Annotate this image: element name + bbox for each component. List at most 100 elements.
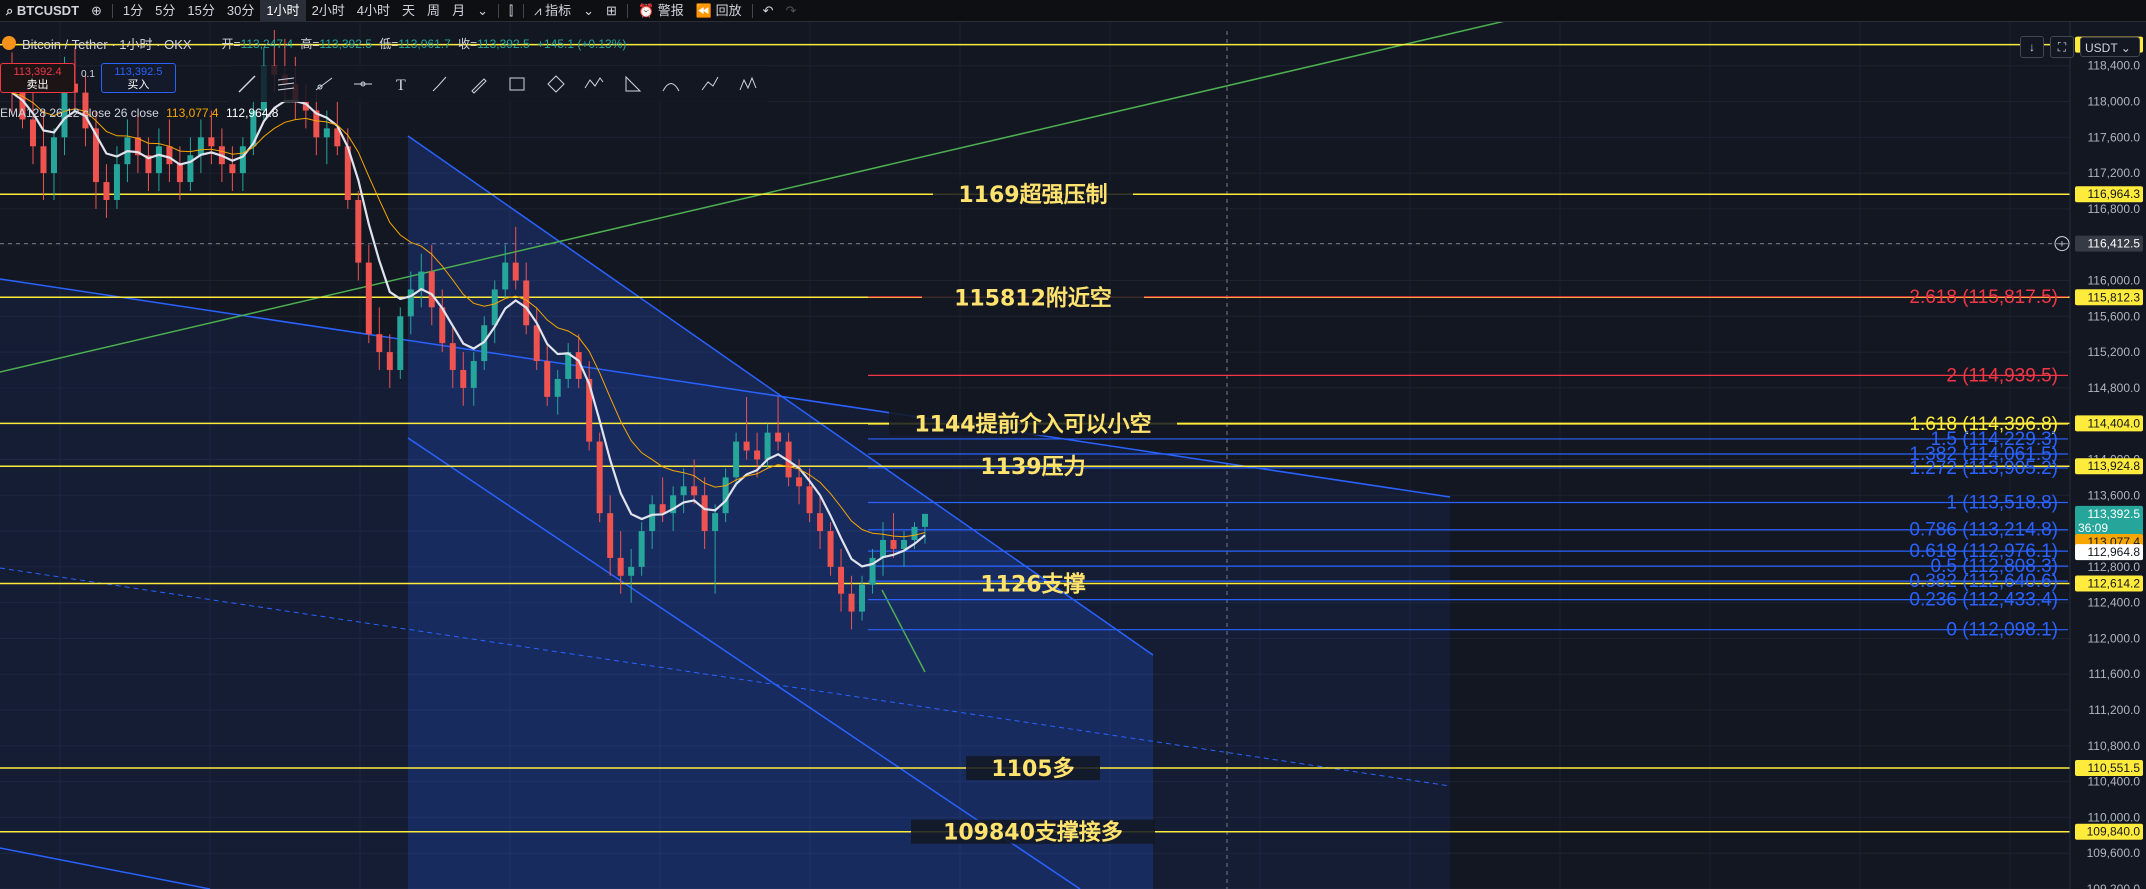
- price-tick-label: 110,800.0: [2088, 739, 2141, 753]
- add-symbol-button[interactable]: ⊕: [85, 0, 108, 21]
- layouts-button[interactable]: ⊞: [600, 0, 623, 21]
- fib-level-label: 0.786 (113,214.8): [1909, 520, 2058, 541]
- candle-body: [386, 352, 393, 370]
- candle-body: [733, 441, 740, 478]
- interval-15m[interactable]: 15分: [181, 0, 220, 21]
- indicators-icon: ⩘: [534, 3, 546, 18]
- price-tag-label: 116,964.3: [2088, 187, 2141, 201]
- candle-body: [523, 280, 530, 326]
- rewind-icon: ⏪: [695, 3, 716, 18]
- candle-body: [596, 441, 603, 514]
- pen-tool-icon[interactable]: [466, 71, 492, 97]
- price-tick-label: 110,000.0: [2088, 810, 2141, 824]
- candle-body: [355, 199, 362, 263]
- symbol-search[interactable]: ⌕ BTCUSDT: [0, 0, 85, 21]
- interval-4h[interactable]: 4小时: [351, 0, 396, 21]
- buy-button[interactable]: 113,392.5 买入: [100, 63, 176, 93]
- chevron-down-icon: ⌄: [583, 3, 595, 18]
- brush-tool-icon[interactable]: [427, 71, 453, 97]
- candle-body: [502, 262, 509, 290]
- candle-body: [659, 504, 666, 514]
- price-tag-label: 112,614.2: [2088, 576, 2141, 590]
- alert-button[interactable]: ⏰ 警报: [632, 0, 690, 21]
- chevron-down-icon: ⌄: [477, 3, 488, 18]
- candle-body: [544, 361, 551, 397]
- fullscreen-button[interactable]: ⛶: [2050, 36, 2074, 58]
- trendline-tool-icon[interactable]: [234, 71, 260, 97]
- price-tick-label: 115,600.0: [2088, 309, 2141, 323]
- close-value: 113,392.5: [477, 36, 530, 51]
- gann-tool-icon[interactable]: [658, 71, 684, 97]
- projection-tool-icon[interactable]: [697, 71, 723, 97]
- redo-icon: ↷: [785, 3, 797, 18]
- candle-body: [901, 540, 908, 549]
- candle-body: [607, 513, 614, 558]
- path-tool-icon[interactable]: [543, 71, 569, 97]
- candle-body: [806, 486, 813, 514]
- interval-2h[interactable]: 2小时: [306, 0, 351, 21]
- price-tag-label: 116,412.5: [2088, 237, 2141, 251]
- price-tick-label: 113,600.0: [2088, 488, 2141, 502]
- indicators-button[interactable]: ⩘ 指标: [528, 0, 577, 21]
- chart-type-button[interactable]: ⫿: [503, 0, 519, 21]
- candle-body: [848, 593, 855, 612]
- candle-body: [176, 164, 183, 183]
- fib-level-label: 1.272 (113,905.2): [1909, 458, 2058, 479]
- currency-unit-select[interactable]: USDT ⌄: [2080, 37, 2140, 57]
- price-tag-label: 113,924.8: [2088, 459, 2141, 473]
- candle-body: [796, 477, 803, 487]
- candle-body: [113, 164, 120, 200]
- high-value: 113,392.5: [319, 36, 372, 51]
- interval-1w[interactable]: 周: [421, 0, 446, 21]
- interval-30m[interactable]: 30分: [221, 0, 260, 21]
- candle-body: [859, 584, 866, 612]
- indicators-dropdown[interactable]: ⌄: [577, 0, 600, 21]
- candle-body: [512, 262, 519, 281]
- interval-1mo[interactable]: 月: [446, 0, 471, 21]
- svg-text:T: T: [396, 77, 406, 94]
- change-value: +145.1 (+0.13%): [536, 36, 627, 51]
- fib-tool-icon[interactable]: [620, 71, 646, 97]
- buy-price: 113,392.5: [114, 66, 163, 78]
- candle-body: [103, 182, 110, 200]
- price-axis: 109,200.0109,600.0110,000.0110,400.0110,…: [2054, 21, 2146, 889]
- candle-body: [701, 495, 708, 532]
- text-tool-icon[interactable]: T: [389, 71, 415, 97]
- candle-body: [764, 432, 771, 460]
- candle-body: [880, 540, 887, 558]
- alarm-icon: ⏰: [637, 3, 658, 18]
- rectangle-tool-icon[interactable]: [504, 71, 530, 97]
- pattern-tool-icon[interactable]: [736, 71, 762, 97]
- horizontal-line-tool-icon[interactable]: [350, 71, 376, 97]
- ray-tool-icon[interactable]: [311, 71, 337, 97]
- candle-body: [649, 504, 656, 532]
- open-value: 113,247.4: [240, 36, 294, 51]
- download-button[interactable]: ↓: [2020, 36, 2044, 58]
- sell-button[interactable]: 113,392.4 卖出: [0, 63, 75, 93]
- zigzag-tool-icon[interactable]: [581, 71, 607, 97]
- price-chart[interactable]: 2.618 (115,817.5)2 (114,939.5)1.618 (114…: [0, 21, 2146, 889]
- interval-1d[interactable]: 天: [396, 0, 421, 21]
- interval-5m[interactable]: 5分: [149, 0, 181, 21]
- candle-body: [470, 361, 477, 388]
- level-label: 1144提前介入可以小空: [914, 411, 1151, 437]
- candle-body: [743, 441, 750, 451]
- level-label: 115812附近空: [954, 285, 1112, 311]
- symbol-title[interactable]: Bitcoin / Tether · 1小时 · OKX: [22, 34, 192, 53]
- redo-button[interactable]: ↷: [780, 0, 803, 21]
- candle-body: [680, 486, 687, 496]
- price-tick-label: 115,200.0: [2088, 345, 2141, 359]
- interval-more-dropdown[interactable]: ⌄: [471, 0, 494, 21]
- undo-button[interactable]: ↶: [757, 0, 780, 21]
- undo-icon: ↶: [762, 3, 774, 18]
- fib-level-label: 2 (114,939.5): [1946, 365, 2058, 386]
- parallel-lines-tool-icon[interactable]: [273, 71, 299, 97]
- candle-body: [29, 119, 36, 147]
- price-tick-label: 109,200.0: [2087, 882, 2141, 889]
- replay-button[interactable]: ⏪ 回放: [690, 0, 748, 21]
- candle-body: [838, 566, 845, 594]
- fib-level-label: 1 (113,518.8): [1946, 493, 2058, 514]
- interval-1m[interactable]: 1分: [117, 0, 149, 21]
- interval-1h[interactable]: 1小时: [260, 0, 306, 21]
- price-tick-label: 111,600.0: [2088, 667, 2140, 681]
